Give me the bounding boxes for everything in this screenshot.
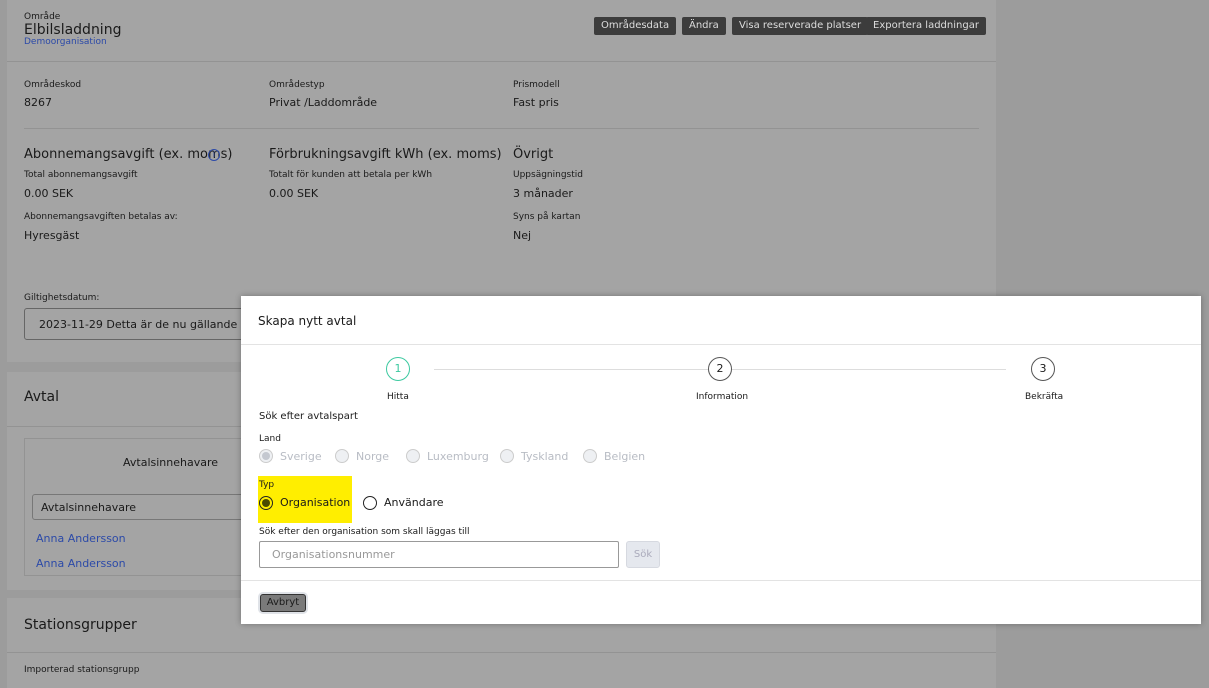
price-value: Fast pris (513, 96, 559, 109)
type-label: Områdestyp (269, 80, 325, 90)
kwh-heading: Förbrukningsavgift kWh (ex. moms) (269, 147, 502, 162)
paid-by-label: Abonnemangsavgiften betalas av: (24, 212, 178, 222)
kwh-value: 0.00 SEK (269, 187, 319, 200)
code-value: 8267 (24, 96, 52, 109)
type-radio[interactable] (363, 496, 377, 510)
notice-value: 3 månader (513, 187, 573, 200)
country-option[interactable]: Belgien (604, 450, 645, 463)
create-agreement-modal: Skapa nytt avtal 1 2 3 Hitta Information… (241, 296, 1201, 624)
country-option[interactable]: Tyskland (521, 450, 568, 463)
step-3: 3 (1031, 357, 1055, 381)
modal-title: Skapa nytt avtal (258, 314, 357, 328)
country-radio[interactable] (406, 449, 420, 463)
step-label: Information (696, 392, 749, 402)
cancel-button[interactable]: Avbryt (260, 594, 306, 612)
country-radio[interactable] (583, 449, 597, 463)
divider (7, 61, 996, 62)
country-label: Land (259, 434, 281, 444)
search-label: Sök efter den organisation som skall läg… (259, 527, 470, 537)
search-button[interactable]: Sök (626, 541, 660, 568)
holder-filter-input[interactable]: Avtalsinnehavare (32, 494, 262, 520)
type-value: Privat /Laddområde (269, 96, 378, 109)
step-label: Bekräfta (1025, 392, 1064, 402)
code-label: Områdeskod (24, 80, 82, 90)
validity-label: Giltighetsdatum: (24, 293, 100, 303)
sub-total-value: 0.00 SEK (24, 187, 74, 200)
price-label: Prismodell (513, 80, 560, 90)
divider (7, 652, 996, 653)
divider (241, 344, 1201, 345)
step-label: Hitta (387, 392, 409, 402)
agreements-heading: Avtal (24, 389, 59, 405)
map-label: Syns på kartan (513, 212, 581, 222)
country-option[interactable]: Luxemburg (427, 450, 489, 463)
country-radio[interactable] (500, 449, 514, 463)
notice-label: Uppsägningstid (513, 170, 583, 180)
type-option[interactable]: Organisation (280, 496, 350, 509)
holder-link[interactable]: Anna Andersson (36, 532, 126, 545)
divider (24, 128, 979, 129)
org-link[interactable]: Demoorganisation (24, 37, 107, 47)
country-option[interactable]: Norge (356, 450, 389, 463)
page-title: Elbilsladdning (24, 22, 122, 38)
station-group-label: Importerad stationsgrupp (24, 665, 140, 675)
type-option[interactable]: Användare (384, 496, 444, 509)
step-2: 2 (708, 357, 732, 381)
map-value: Nej (513, 229, 532, 242)
export-button[interactable]: Exportera laddningar (866, 17, 986, 35)
subscription-heading: Abonnemangsavgift (ex. moms) (24, 147, 233, 162)
info-icon[interactable]: i (208, 149, 220, 161)
country-radio-selected[interactable] (259, 449, 273, 463)
area-kicker: Område (24, 12, 61, 22)
kwh-label: Totalt för kunden att betala per kWh (269, 170, 433, 180)
type-radio-selected[interactable] (259, 496, 273, 510)
step-1: 1 (386, 357, 410, 381)
country-option[interactable]: Sverige (280, 450, 322, 463)
org-number-input[interactable]: Organisationsnummer (259, 541, 619, 568)
sub-total-label: Total abonnemangsavgift (24, 170, 138, 180)
other-heading: Övrigt (513, 147, 554, 162)
reserved-spots-button[interactable]: Visa reserverade platser (732, 17, 869, 35)
type-label: Typ (259, 480, 275, 490)
country-radio[interactable] (335, 449, 349, 463)
edit-button[interactable]: Ändra (682, 17, 726, 35)
stations-heading: Stationsgrupper (24, 617, 137, 633)
section-heading: Sök efter avtalspart (259, 411, 358, 422)
paid-by-value: Hyresgäst (24, 229, 80, 242)
column-header[interactable]: Avtalsinnehavare (123, 456, 218, 469)
divider (241, 580, 1201, 581)
area-data-button[interactable]: Områdesdata (594, 17, 677, 35)
holder-link[interactable]: Anna Andersson (36, 557, 126, 570)
